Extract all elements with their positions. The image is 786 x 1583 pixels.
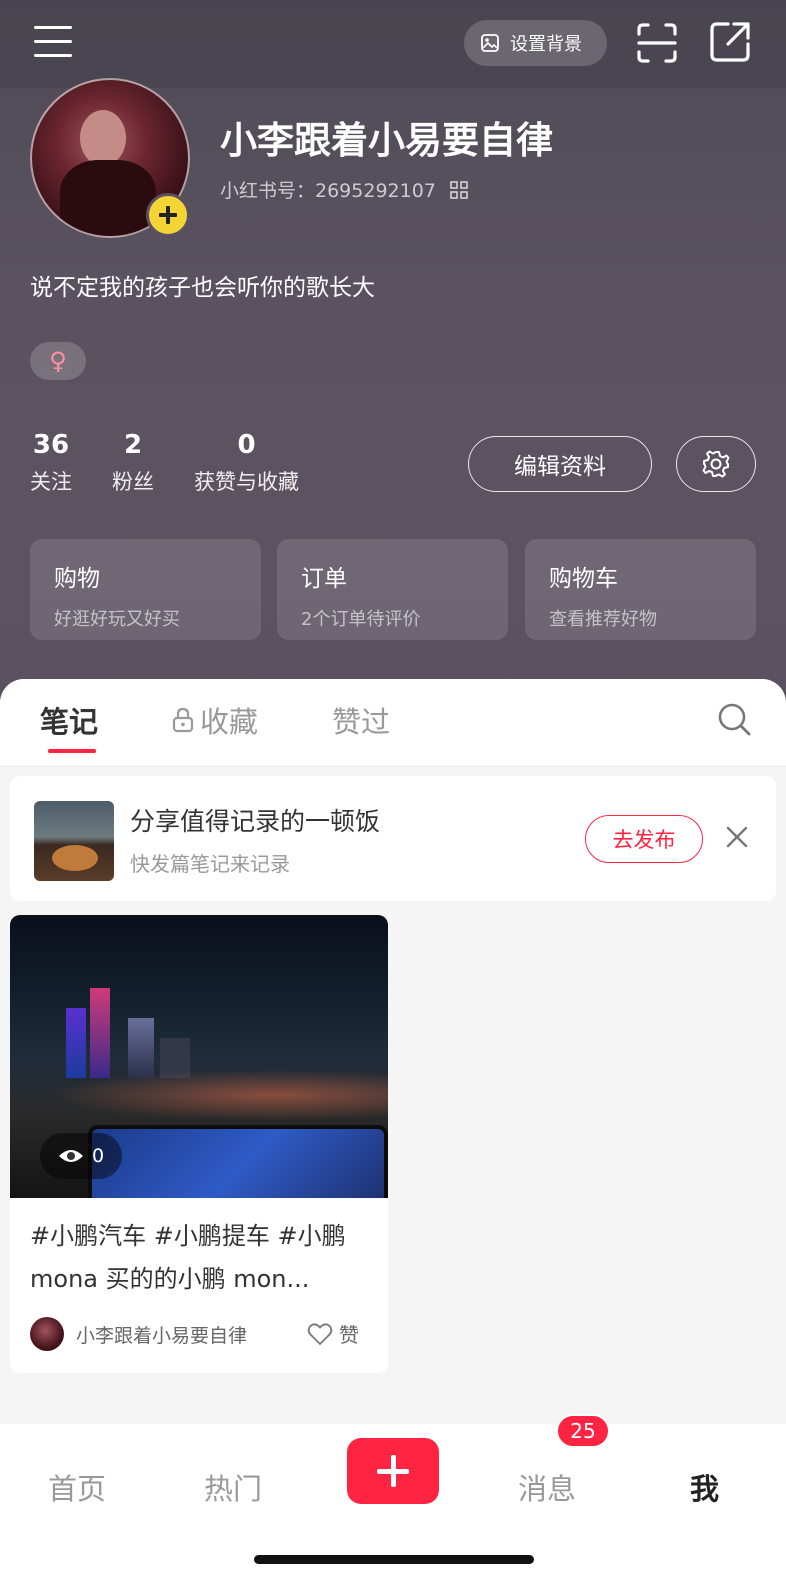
publish-button[interactable]: 去发布 — [585, 815, 703, 863]
stat-label: 粉丝 — [112, 470, 154, 494]
cart-card[interactable]: 购物车 查看推荐好物 — [525, 539, 756, 640]
promo-title: 分享值得记录的一顿饭 — [130, 807, 381, 836]
lock-icon — [172, 707, 194, 733]
nav-home[interactable]: 首页 — [48, 1466, 106, 1508]
promo-subtitle: 快发篇笔记来记录 — [130, 852, 290, 876]
stat-value: 36 — [32, 430, 70, 460]
stat-following[interactable]: 36 关注 — [30, 430, 72, 496]
like-label: 赞 — [339, 1323, 359, 1347]
messages-unread-badge: 25 — [556, 1414, 610, 1448]
bio: 说不定我的孩子也会听你的歌长大 — [30, 275, 375, 301]
image-icon — [481, 34, 499, 52]
card-subtitle: 查看推荐好物 — [549, 609, 657, 630]
qr-code-icon[interactable] — [450, 180, 468, 199]
note-card[interactable]: 0 #小鹏汽车 #小鹏提车 #小鹏 mona 买的的小鹏 mon... 小李跟着… — [10, 915, 388, 1373]
card-title: 订单 — [301, 566, 347, 592]
view-count-badge: 0 — [40, 1133, 123, 1179]
red-id-row: 小红书号：2695292107 — [220, 176, 468, 203]
share-icon[interactable] — [708, 20, 752, 64]
note-cover-image: 0 — [10, 915, 388, 1198]
tab-label: 笔记 — [40, 705, 99, 739]
stat-label: 关注 — [30, 470, 72, 494]
nickname: 小李跟着小易要自律 — [220, 119, 553, 162]
search-icon[interactable] — [716, 701, 752, 737]
red-id: 小红书号：2695292107 — [220, 180, 436, 202]
add-avatar-icon[interactable] — [146, 193, 190, 237]
home-indicator — [254, 1555, 534, 1564]
tab-label: 赞过 — [332, 705, 391, 739]
shopping-card[interactable]: 购物 好逛好玩又好买 — [30, 539, 261, 640]
tab-label: 收藏 — [200, 705, 259, 739]
nav-messages[interactable]: 消息 — [518, 1466, 576, 1508]
author-avatar — [30, 1317, 64, 1351]
stat-likes-collects[interactable]: 0 获赞与收藏 — [194, 430, 299, 496]
card-title: 购物车 — [549, 566, 618, 592]
top-bar: 设置背景 — [0, 0, 786, 88]
stat-label: 获赞与收藏 — [194, 470, 299, 494]
promo-thumbnail — [34, 801, 114, 881]
stat-followers[interactable]: 2 粉丝 — [112, 430, 154, 496]
nav-hot[interactable]: 热门 — [204, 1466, 262, 1508]
menu-icon[interactable] — [34, 26, 74, 58]
note-title: #小鹏汽车 #小鹏提车 #小鹏 mona 买的的小鹏 mon... — [30, 1222, 346, 1293]
orders-card[interactable]: 订单 2个订单待评价 — [277, 539, 508, 640]
card-subtitle: 2个订单待评价 — [301, 609, 421, 630]
profile-header: 设置背景 小李跟着小易要自律 小红书号：2695292107 说不定我的孩子也会… — [0, 0, 786, 720]
tab-notes[interactable]: 笔记 — [40, 699, 98, 741]
scan-icon[interactable] — [636, 22, 678, 64]
nav-me[interactable]: 我 — [690, 1466, 719, 1508]
publish-prompt-card: 分享值得记录的一顿饭 快发篇笔记来记录 去发布 — [10, 776, 776, 901]
gear-icon — [702, 450, 730, 478]
stat-value: 0 — [237, 430, 256, 460]
gender-female-icon: ♀ — [30, 342, 86, 380]
create-post-button[interactable] — [347, 1438, 439, 1504]
eye-icon — [59, 1150, 83, 1162]
set-background-label: 设置背景 — [510, 34, 582, 55]
tab-collections[interactable]: 收藏 — [172, 699, 258, 741]
bottom-navigation: 首页 热门 消息 25 我 — [0, 1414, 786, 1583]
tab-bar: 笔记 收藏 赞过 — [0, 679, 786, 767]
card-title: 购物 — [54, 566, 100, 592]
content-panel: 笔记 收藏 赞过 分享值得记录的一顿饭 快发篇笔记来记录 去发布 0 #小鹏汽车… — [0, 679, 786, 1424]
set-background-button[interactable]: 设置背景 — [464, 20, 607, 66]
edit-profile-button[interactable]: 编辑资料 — [468, 436, 652, 492]
stat-value: 2 — [123, 430, 143, 460]
heart-icon — [307, 1322, 333, 1345]
author-name: 小李跟着小易要自律 — [76, 1325, 248, 1347]
tab-liked[interactable]: 赞过 — [332, 699, 390, 741]
close-icon[interactable] — [724, 824, 750, 850]
settings-button[interactable] — [676, 436, 756, 492]
like-button[interactable]: 赞 — [307, 1319, 359, 1348]
tab-active-indicator — [48, 749, 96, 753]
card-subtitle: 好逛好玩又好买 — [54, 609, 180, 630]
view-count: 0 — [92, 1145, 105, 1167]
